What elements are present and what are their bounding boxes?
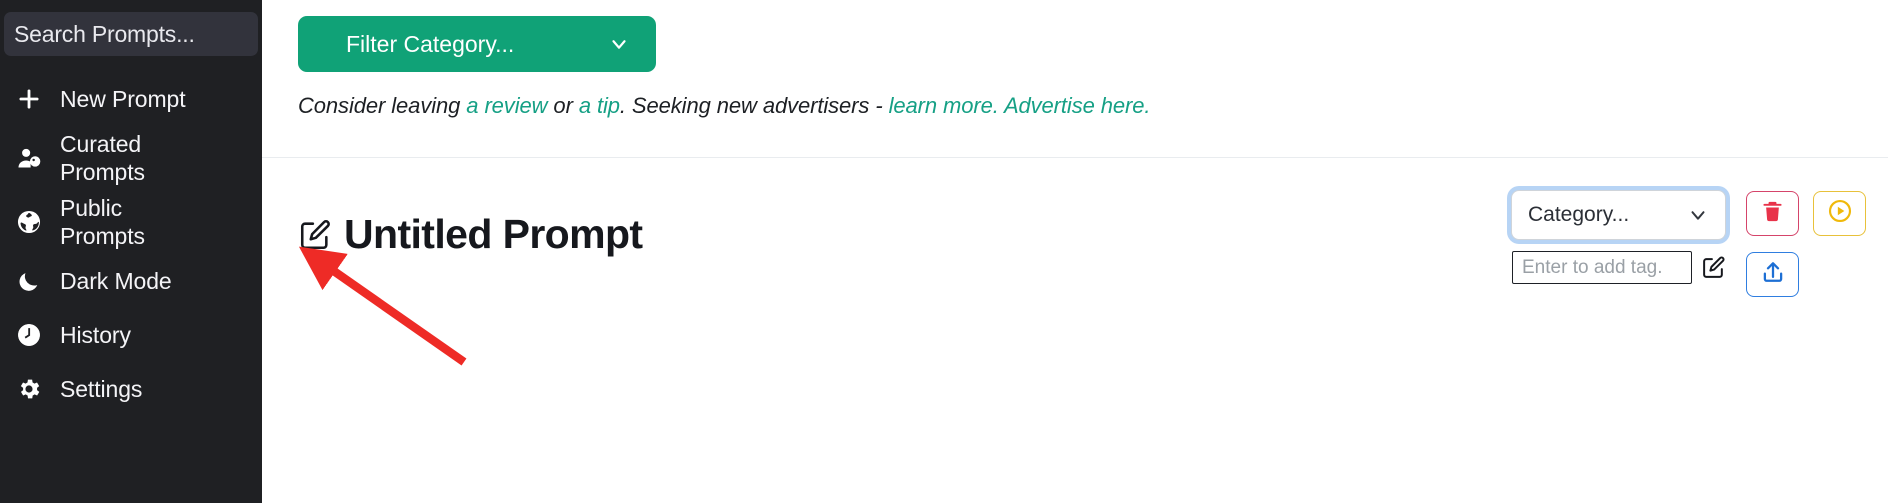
sidebar-item-label: New Prompt [60,85,186,112]
filter-category-button[interactable]: Filter Category... [298,16,656,72]
ad-text-part2: or [547,93,579,118]
tag-row [1511,251,1726,284]
category-select[interactable]: Category... [1511,190,1726,240]
user-tag-icon [16,145,60,172]
gear-icon [16,376,60,402]
edit-pencil-icon[interactable] [298,218,332,252]
sidebar-item-public-prompts[interactable]: Public Prompts [0,190,262,254]
page-title: Untitled Prompt [344,211,643,257]
ad-text-part1: Consider leaving [298,93,467,118]
sidebar-item-history[interactable]: History [0,308,262,362]
sidebar-item-settings[interactable]: Settings [0,362,262,416]
sidebar-item-new-prompt[interactable]: New Prompt [0,72,262,126]
sidebar: New Prompt Curated Prompts [0,0,262,503]
sidebar-item-curated-prompts[interactable]: Curated Prompts [0,126,262,190]
app-root: New Prompt Curated Prompts [0,0,1888,503]
clock-icon [16,322,60,348]
main-content: Filter Category... Consider leaving a re… [262,0,1888,503]
filter-category-label: Filter Category... [346,30,515,57]
prompt-title-block[interactable]: Untitled Prompt [298,211,643,257]
chevron-down-icon [1687,204,1709,226]
chevron-down-icon [608,33,630,55]
search-box[interactable] [4,12,258,56]
delete-button[interactable] [1746,191,1799,236]
play-circle-icon [1827,198,1853,229]
category-and-tag-column: Category... [1511,190,1726,284]
advertise-here-link[interactable]: Advertise here. [1004,93,1151,118]
moon-icon [16,269,60,294]
upload-button[interactable] [1746,252,1799,297]
tag-input[interactable] [1512,251,1692,284]
run-button[interactable] [1813,191,1866,236]
section-divider [262,157,1888,158]
sidebar-item-label: History [60,322,131,349]
sidebar-item-dark-mode[interactable]: Dark Mode [0,254,262,308]
sidebar-item-label: Dark Mode [60,268,172,295]
edit-pencil-icon[interactable] [1701,255,1726,280]
sidebar-item-label: Curated Prompts [60,131,145,186]
sidebar-nav: New Prompt Curated Prompts Public Prompt… [0,72,262,416]
search-input[interactable] [14,20,248,48]
review-link[interactable]: a review [466,93,547,118]
sidebar-item-label: Settings [60,376,143,403]
advertisement-line: Consider leaving a review or a tip. Seek… [298,93,1888,119]
action-buttons [1746,190,1866,297]
sidebar-item-label: Public Prompts [60,195,145,250]
globe-icon [16,209,60,235]
prompt-header-row: Untitled Prompt Category... [298,190,1866,340]
ad-text-part3: . Seeking new advertisers - [619,93,889,118]
category-select-value: Category... [1528,203,1630,226]
trash-icon [1760,199,1785,229]
plus-icon [16,86,60,112]
learn-more-link[interactable]: learn more. [889,93,999,118]
upload-icon [1760,259,1786,290]
tip-link[interactable]: a tip [579,93,620,118]
prompt-controls: Category... [1511,190,1866,297]
